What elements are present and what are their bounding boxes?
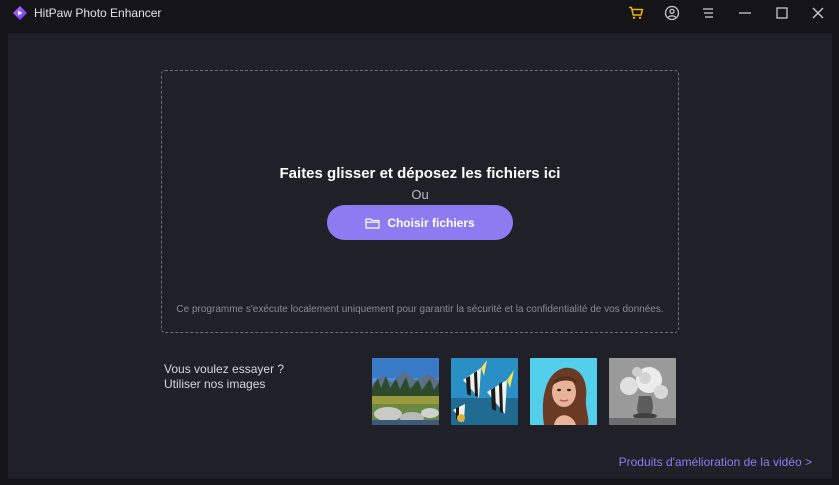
- main-panel: Faites glisser et déposez les fichiers i…: [8, 33, 832, 479]
- hitpaw-logo-icon: [13, 6, 27, 20]
- privacy-note: Ce programme s'exécute localement unique…: [176, 304, 664, 315]
- close-icon[interactable]: [807, 3, 829, 23]
- cart-icon[interactable]: [625, 3, 647, 23]
- try-samples-line1: Vous voulez essayer ?: [164, 362, 285, 376]
- app-window: HitPaw Photo Enhancer Faites glisser et …: [0, 0, 839, 485]
- choose-files-label: Choisir fichiers: [387, 215, 475, 230]
- folder-icon: [365, 217, 380, 229]
- minimize-icon[interactable]: [734, 3, 756, 23]
- app-title: HitPaw Photo Enhancer: [34, 6, 162, 20]
- sample-image-portrait[interactable]: [530, 358, 597, 425]
- title-bar[interactable]: HitPaw Photo Enhancer: [0, 0, 839, 25]
- video-enhancement-link[interactable]: Produits d'amélioration de la vidéo >: [619, 455, 812, 470]
- account-icon[interactable]: [661, 3, 683, 23]
- try-samples-text: Vous voulez essayer ? Utiliser nos image…: [164, 362, 284, 392]
- sample-image-landscape[interactable]: [372, 358, 439, 425]
- try-samples-line2: Utiliser nos images: [164, 377, 266, 391]
- maximize-icon[interactable]: [771, 3, 793, 23]
- drop-zone[interactable]: Faites glisser et déposez les fichiers i…: [161, 70, 679, 333]
- sample-image-flowers[interactable]: [609, 358, 676, 425]
- drop-zone-title: Faites glisser et déposez les fichiers i…: [279, 165, 561, 182]
- drop-zone-or: Ou: [411, 187, 429, 202]
- sample-image-fish[interactable]: [451, 358, 518, 425]
- choose-files-button[interactable]: Choisir fichiers: [327, 205, 513, 240]
- menu-icon[interactable]: [697, 3, 719, 23]
